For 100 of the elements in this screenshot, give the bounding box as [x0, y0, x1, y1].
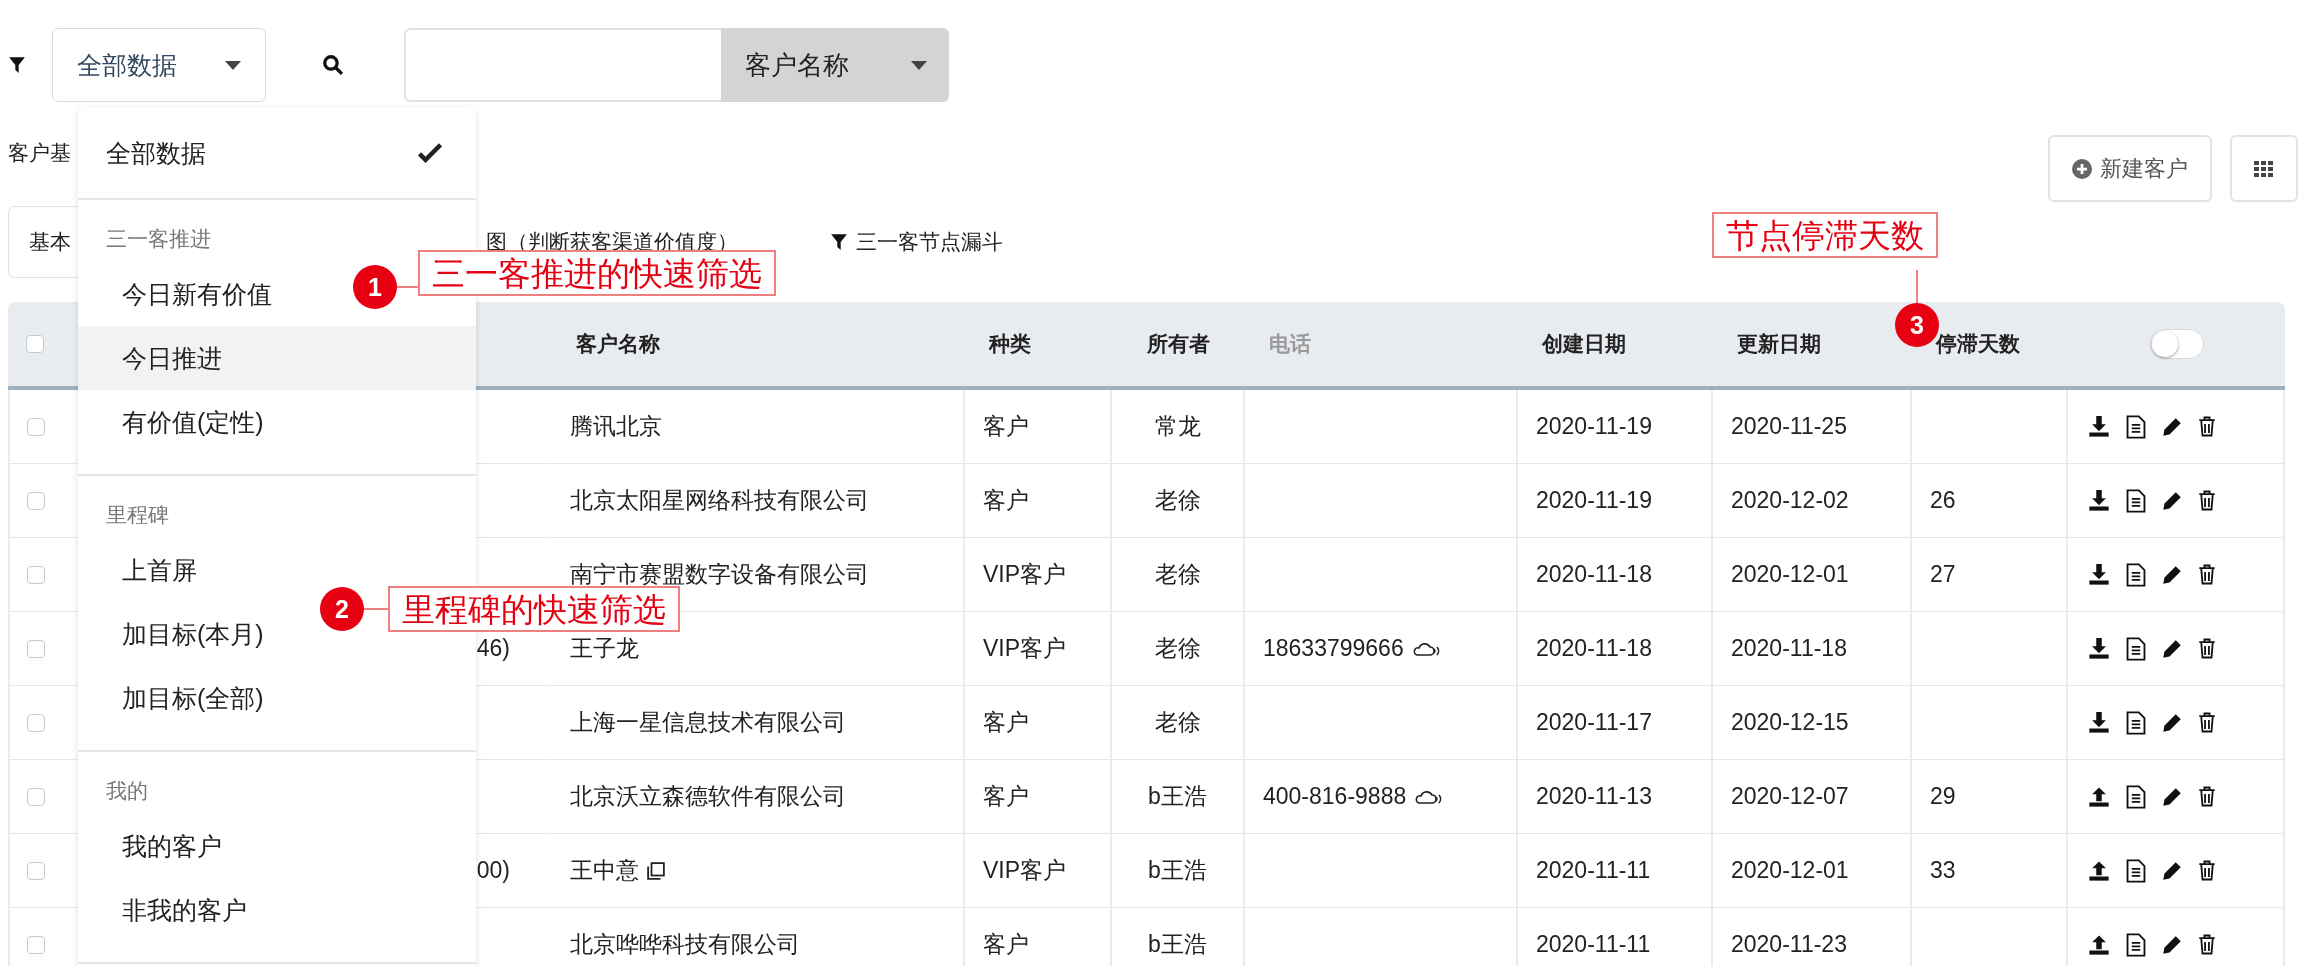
trash-icon[interactable]	[2198, 712, 2216, 733]
cloud-call-icon[interactable]	[1411, 640, 1440, 657]
upload-icon[interactable]	[2088, 933, 2110, 956]
table-cell: 2020-12-01	[1731, 561, 1849, 588]
page-label: 客户基	[8, 140, 71, 166]
table-cell-text: 老徐	[1154, 560, 1201, 589]
customer-name: 上海一星信息技术有限公司	[570, 708, 846, 737]
table-cell: 2020-11-25	[1731, 413, 1847, 440]
upload-icon[interactable]	[2088, 785, 2110, 808]
customer-name: 北京太阳星网络科技有限公司	[570, 486, 869, 515]
checkbox[interactable]	[27, 565, 45, 584]
caret-icon	[225, 60, 241, 70]
document-icon[interactable]	[2126, 414, 2146, 439]
table-cell: 2020-11-19	[1536, 487, 1652, 514]
tab[interactable]: 三一客节点漏斗	[810, 206, 1023, 278]
phone-number: 400-816-9888	[1263, 783, 1407, 810]
table-cell-text: 常龙	[1154, 412, 1201, 441]
filter-icon	[830, 233, 848, 251]
checkbox[interactable]	[27, 861, 45, 880]
trash-icon[interactable]	[2198, 934, 2216, 955]
pencil-icon[interactable]	[2162, 934, 2182, 955]
download-icon[interactable]	[2088, 415, 2110, 438]
copy-icon[interactable]	[647, 861, 665, 880]
checkbox[interactable]	[27, 417, 45, 436]
pencil-icon[interactable]	[2162, 490, 2182, 511]
column-header: 客户名称	[552, 302, 965, 390]
document-icon[interactable]	[2126, 636, 2146, 661]
table-cell: 27	[1930, 561, 1956, 588]
callout-label: 里程碑的快速筛选	[388, 586, 680, 632]
document-icon[interactable]	[2126, 858, 2146, 883]
search-field[interactable]	[404, 28, 721, 102]
new-customer-button[interactable]: 新建客户	[2048, 135, 2212, 202]
column-header: 所有者	[1112, 302, 1245, 390]
table-cell-text: 客户	[983, 486, 1029, 515]
checkbox[interactable]	[27, 935, 45, 954]
download-icon[interactable]	[2088, 489, 2110, 512]
table-cell-text: b王浩	[1148, 782, 1207, 811]
menu-item[interactable]: 加目标(全部)	[78, 666, 274, 730]
table-cell: 26	[1930, 487, 1956, 514]
pencil-icon[interactable]	[2162, 712, 2182, 733]
table-cell-text: 客户	[983, 708, 1029, 737]
search-icon[interactable]	[322, 54, 344, 76]
cloud-call-icon[interactable]	[1414, 788, 1443, 805]
trash-icon[interactable]	[2198, 786, 2216, 807]
table-cell-text: 客户	[983, 782, 1029, 811]
trash-icon[interactable]	[2198, 860, 2216, 881]
column-header: 创建日期	[1518, 302, 1713, 390]
callout-label: 三一客推进的快速筛选	[418, 250, 776, 296]
trash-icon[interactable]	[2198, 564, 2216, 585]
download-icon[interactable]	[2088, 563, 2110, 586]
pencil-icon[interactable]	[2162, 564, 2182, 585]
pencil-icon[interactable]	[2162, 638, 2182, 659]
download-icon[interactable]	[2088, 711, 2110, 734]
document-icon[interactable]	[2126, 932, 2146, 957]
table-cell-text: VIP客户	[983, 560, 1067, 589]
search-field-select[interactable]: 客户名称	[721, 28, 949, 102]
document-icon[interactable]	[2126, 488, 2146, 513]
document-icon[interactable]	[2126, 710, 2146, 735]
checkbox[interactable]	[26, 335, 44, 353]
checkbox[interactable]	[27, 491, 45, 510]
table-cell: 2020-12-07	[1731, 783, 1849, 810]
grid-icon	[2254, 160, 2274, 177]
document-icon[interactable]	[2126, 562, 2146, 587]
menu-item[interactable]: 加目标(本月)	[78, 602, 274, 666]
menu-section-header: 三一客推进	[105, 226, 212, 252]
trash-icon[interactable]	[2198, 416, 2216, 437]
table-cell: 2020-12-02	[1731, 487, 1849, 514]
trash-icon[interactable]	[2198, 638, 2216, 659]
checkbox[interactable]	[27, 787, 45, 806]
scope-dropdown[interactable]: 全部数据	[52, 28, 266, 102]
menu-item-label: 全部数据	[106, 137, 206, 169]
pencil-icon[interactable]	[2162, 860, 2182, 881]
toggle-switch[interactable]	[2149, 329, 2204, 359]
menu-item[interactable]: 今日推进	[78, 326, 476, 390]
table-cell-text: 客户	[983, 412, 1029, 441]
grid-view-button[interactable]	[2230, 135, 2298, 202]
checkbox[interactable]	[27, 639, 45, 658]
menu-section-header: 我的	[105, 778, 149, 804]
customer-name: 王子龙	[570, 634, 639, 663]
upload-icon[interactable]	[2088, 859, 2110, 882]
table-cell-text: VIP客户	[983, 634, 1067, 663]
menu-item[interactable]: 非我的客户	[78, 878, 257, 942]
table-cell-text: b王浩	[1148, 930, 1207, 959]
dropdown-item[interactable]: 全部数据	[78, 108, 476, 200]
table-cell: 29	[1930, 783, 1956, 810]
plus-circle-icon	[2072, 158, 2092, 179]
download-icon[interactable]	[2088, 637, 2110, 660]
table-cell: 2020-11-17	[1536, 709, 1652, 736]
table-cell-text: VIP客户	[983, 856, 1067, 885]
table-cell: 00)	[476, 857, 510, 884]
menu-item[interactable]: 有价值(定性)	[78, 390, 274, 454]
menu-item[interactable]: 今日新有价值	[78, 262, 282, 326]
trash-icon[interactable]	[2198, 490, 2216, 511]
document-icon[interactable]	[2126, 784, 2146, 809]
caret-icon	[911, 60, 927, 70]
checkbox[interactable]	[27, 713, 45, 732]
menu-item[interactable]: 我的客户	[78, 814, 232, 878]
pencil-icon[interactable]	[2162, 416, 2182, 437]
menu-item[interactable]: 上首屏	[78, 538, 207, 602]
pencil-icon[interactable]	[2162, 786, 2182, 807]
